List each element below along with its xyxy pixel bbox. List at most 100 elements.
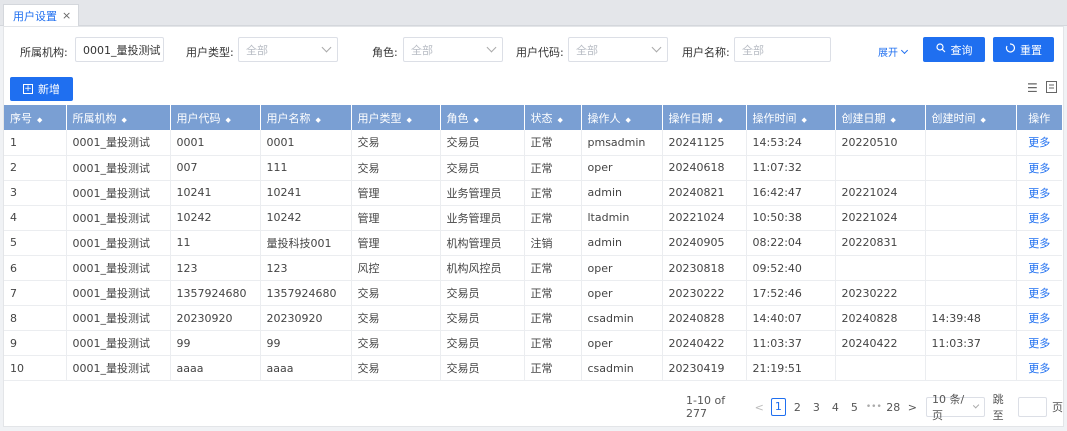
table-header: 序号 ◆ 所属机构 ◆ 用户代码 ◆ 用户名称 ◆ 用户类型 ◆ 角色 ◆ 状态 ◆ 操作人 ◆ 操作日期 ◆ 操作… (4, 105, 1062, 130)
table-cell: 6 (4, 255, 67, 282)
query-button[interactable]: 查询 (923, 37, 985, 62)
table-cell: 0001_量投测试 (66, 155, 171, 181)
table-row[interactable]: 3 0001_量投测试 10241 10241 管理 业务管理员 正常 admin 202408… (4, 180, 1062, 206)
close-icon[interactable]: × (62, 9, 71, 22)
sort-icon[interactable]: ◆ (474, 116, 479, 124)
table-cell: 0001_量投测试 (66, 280, 171, 307)
column-header[interactable]: 操作 (1016, 105, 1062, 130)
more-link[interactable]: 更多 (1016, 255, 1062, 282)
more-link[interactable]: 更多 (1016, 305, 1062, 332)
table-row[interactable]: 2 0001_量投测试 007 111 交易 交易员 正常 oper 20240618 11:07… (4, 155, 1062, 181)
table-cell: 10 (4, 355, 67, 382)
page-size-value: 10 条/页 (932, 393, 965, 422)
table-cell: 10241 (260, 180, 352, 206)
sort-icon[interactable]: ◆ (407, 116, 412, 124)
expand-link[interactable]: 展开 (878, 44, 909, 59)
user-code-placeholder: 全部 (576, 43, 598, 57)
column-header-label: 创建时间 (931, 111, 976, 125)
user-type-label: 用户类型: (186, 46, 234, 59)
more-link[interactable]: 更多 (1016, 130, 1062, 156)
export-icon[interactable] (1046, 81, 1057, 96)
sort-icon[interactable]: ◆ (316, 116, 321, 124)
table-cell: 风控 (351, 255, 441, 282)
reset-icon (1005, 43, 1016, 56)
sort-icon[interactable]: ◆ (37, 116, 42, 124)
table-cell (925, 205, 1017, 231)
user-name-input[interactable]: 全部 (734, 37, 831, 62)
user-code-label: 用户代码: (516, 46, 564, 59)
more-link[interactable]: 更多 (1016, 205, 1062, 231)
table-row[interactable]: 10 0001_量投测试 aaaa aaaa 交易 交易员 正常 csadmin 2023041… (4, 355, 1062, 382)
page-size-select[interactable]: 10 条/页 (926, 393, 985, 422)
next-page-button[interactable]: > (908, 401, 917, 414)
jump-input[interactable] (1017, 397, 1047, 417)
page-number[interactable]: 28 (886, 401, 901, 414)
more-link[interactable]: 更多 (1016, 280, 1062, 307)
column-header[interactable]: 序号 ◆ (4, 105, 67, 130)
sort-icon[interactable]: ◆ (981, 116, 986, 124)
table-cell: 1357924680 (170, 280, 261, 307)
page-current[interactable]: 1 (770, 398, 786, 416)
column-header[interactable]: 用户类型 ◆ (351, 105, 441, 130)
more-link[interactable]: 更多 (1016, 230, 1062, 256)
column-header[interactable]: 创建时间 ◆ (925, 105, 1017, 130)
table-cell: 交易 (351, 130, 441, 156)
user-type-select[interactable]: 全部 (238, 37, 338, 62)
table-row[interactable]: 5 0001_量投测试 11 量投科技001 管理 机构管理员 注销 admin 2024090… (4, 230, 1062, 256)
add-button[interactable]: + 新增 (10, 77, 73, 101)
table-cell (925, 280, 1017, 307)
table-cell: 1357924680 (260, 280, 352, 307)
sort-icon[interactable]: ◆ (122, 116, 127, 124)
more-link[interactable]: 更多 (1016, 180, 1062, 206)
page-number[interactable]: 5 (847, 401, 862, 414)
sort-icon[interactable]: ◆ (891, 116, 896, 124)
table-cell: 10242 (170, 205, 261, 231)
table-row[interactable]: 1 0001_量投测试 0001 0001 交易 交易员 正常 pmsadmin 2024112… (4, 130, 1062, 156)
expand-label: 展开 (878, 48, 898, 59)
prev-page-button[interactable]: < (755, 401, 764, 414)
column-header-label: 用户代码 (176, 111, 221, 125)
column-header[interactable]: 操作时间 ◆ (746, 105, 836, 130)
role-placeholder: 全部 (411, 43, 433, 57)
column-header[interactable]: 操作人 ◆ (581, 105, 663, 130)
page-number[interactable]: 3 (809, 401, 824, 414)
column-header[interactable]: 创建日期 ◆ (835, 105, 926, 130)
sort-icon[interactable]: ◆ (802, 116, 807, 124)
table-row[interactable]: 8 0001_量投测试 20230920 20230920 交易 交易员 正常 csadmin… (4, 305, 1062, 332)
org-select[interactable]: 0001_量投测试 (75, 37, 164, 62)
table-row[interactable]: 9 0001_量投测试 99 99 交易 交易员 正常 oper 20240422 11:03:3… (4, 330, 1062, 357)
table-row[interactable]: 4 0001_量投测试 10242 10242 管理 业务管理员 正常 ltadmin 2022… (4, 205, 1062, 231)
sort-icon[interactable]: ◆ (718, 116, 723, 124)
table-cell: 007 (170, 155, 261, 181)
table-cell (925, 130, 1017, 156)
table-cell: pmsadmin (581, 130, 663, 156)
reset-button[interactable]: 重置 (993, 37, 1054, 62)
table-cell (925, 155, 1017, 181)
sort-icon[interactable]: ◆ (226, 116, 231, 124)
table-cell: oper (581, 255, 663, 282)
page-ellipsis[interactable]: ••• (866, 402, 882, 412)
table-row[interactable]: 6 0001_量投测试 123 123 风控 机构风控员 正常 oper 20230818 09:… (4, 255, 1062, 282)
sort-icon[interactable]: ◆ (558, 116, 563, 124)
column-header[interactable]: 用户代码 ◆ (170, 105, 261, 130)
user-code-select[interactable]: 全部 (568, 37, 668, 62)
more-link[interactable]: 更多 (1016, 355, 1062, 382)
column-header[interactable]: 状态 ◆ (524, 105, 582, 130)
more-link[interactable]: 更多 (1016, 330, 1062, 357)
list-icon[interactable]: ☰ (1027, 81, 1038, 95)
column-header[interactable]: 操作日期 ◆ (662, 105, 747, 130)
column-header[interactable]: 角色 ◆ (440, 105, 525, 130)
sort-icon[interactable]: ◆ (626, 116, 631, 124)
page-number[interactable]: 4 (828, 401, 843, 414)
table-row[interactable]: 7 0001_量投测试 1357924680 1357924680 交易 交易员 正常 ope… (4, 280, 1062, 307)
column-header[interactable]: 用户名称 ◆ (260, 105, 352, 130)
table-cell: 业务管理员 (440, 180, 525, 206)
tab-user-settings[interactable]: 用户设置 × (3, 4, 79, 26)
column-header[interactable]: 所属机构 ◆ (66, 105, 171, 130)
table-cell: 交易员 (440, 305, 525, 332)
role-select[interactable]: 全部 (403, 37, 503, 62)
page-number[interactable]: 2 (790, 401, 805, 414)
table-cell: 10242 (260, 205, 352, 231)
more-link[interactable]: 更多 (1016, 155, 1062, 181)
table-cell (835, 155, 926, 181)
